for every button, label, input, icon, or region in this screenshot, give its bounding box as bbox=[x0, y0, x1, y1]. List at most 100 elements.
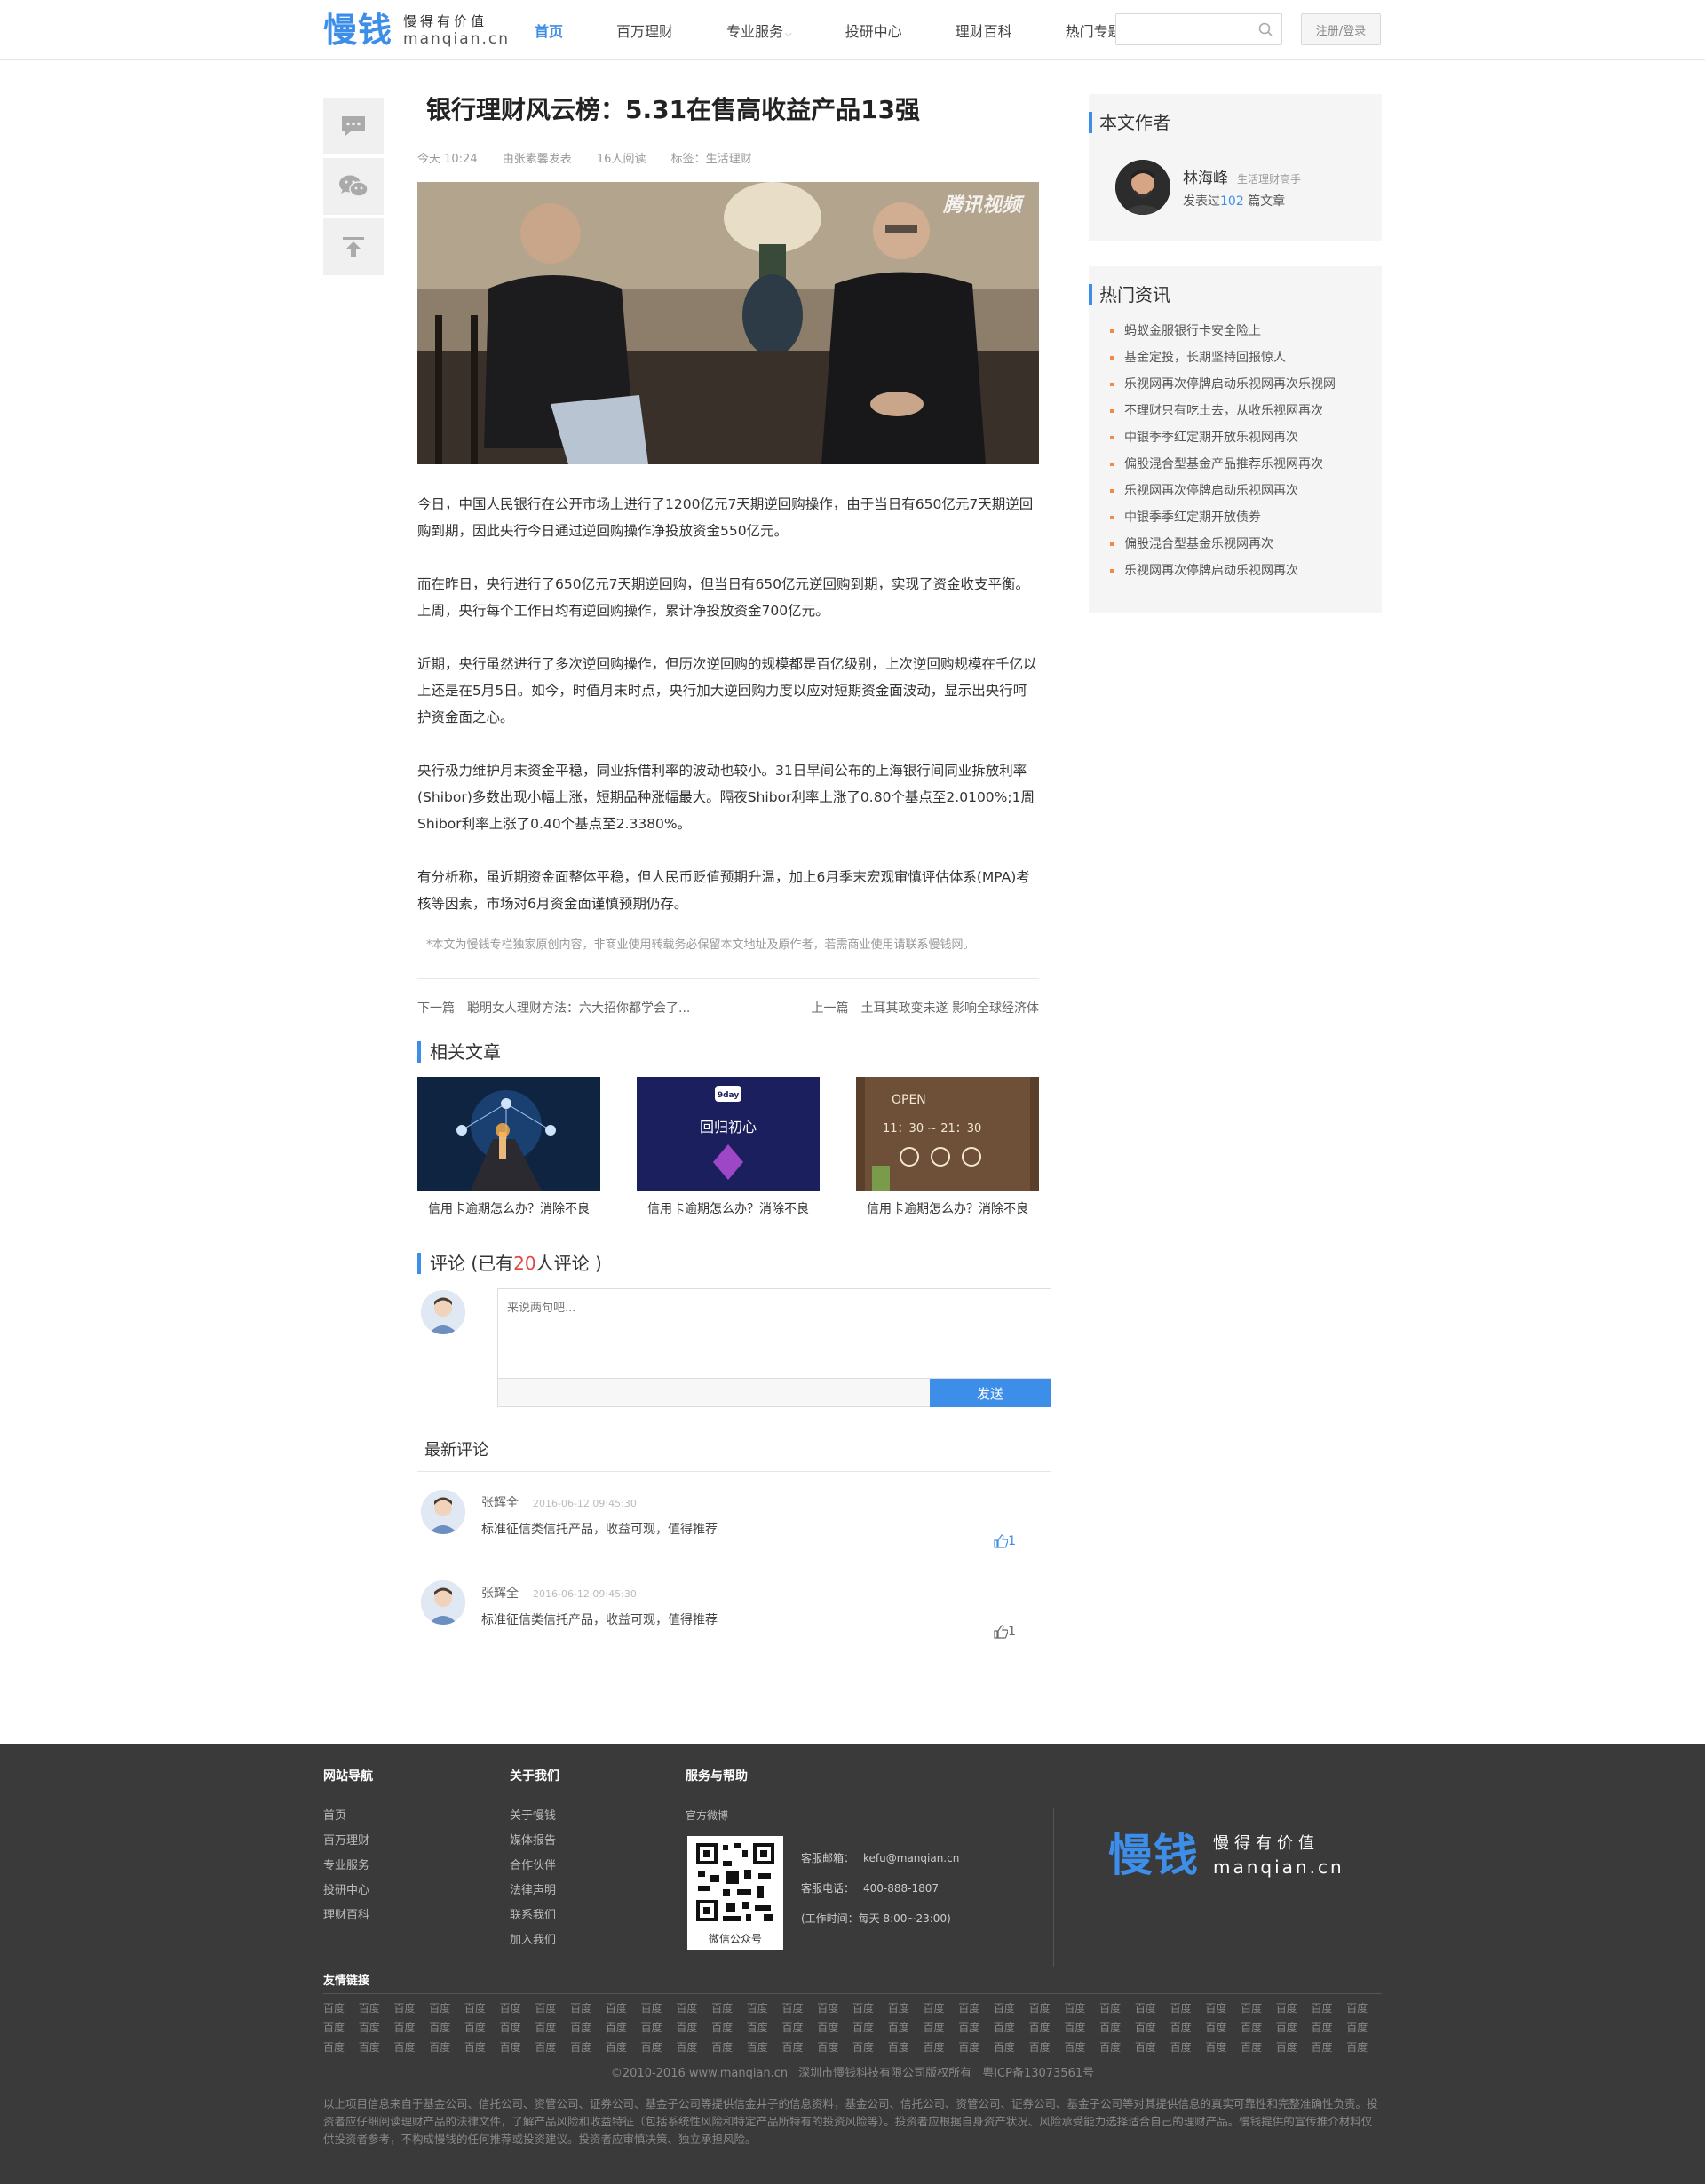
friend-link[interactable]: 百度 bbox=[1135, 1999, 1170, 2017]
meta-author[interactable]: 由张素馨发表 bbox=[503, 153, 572, 166]
friend-link[interactable]: 百度 bbox=[1170, 2019, 1206, 2037]
back-to-top-button[interactable] bbox=[323, 218, 384, 275]
hot-news-item[interactable]: 乐视网再次停牌启动乐视网再次乐视网 bbox=[1110, 371, 1382, 398]
friend-link[interactable]: 百度 bbox=[1241, 1999, 1276, 2017]
friend-link[interactable]: 百度 bbox=[1241, 2038, 1276, 2056]
friend-link[interactable]: 百度 bbox=[1312, 2038, 1347, 2056]
friend-link[interactable]: 百度 bbox=[782, 2019, 818, 2037]
official-weibo-link[interactable]: 官方微博 bbox=[686, 1808, 748, 1823]
hot-news-item[interactable]: 偏股混合型基金产品推荐乐视网再次 bbox=[1110, 451, 1382, 478]
friend-link[interactable]: 百度 bbox=[464, 2038, 500, 2056]
friend-link[interactable]: 百度 bbox=[1276, 2019, 1312, 2037]
friend-link[interactable]: 百度 bbox=[1241, 2019, 1276, 2037]
friend-link[interactable]: 百度 bbox=[1099, 2038, 1135, 2056]
friend-link[interactable]: 百度 bbox=[323, 2038, 359, 2056]
next-article-link[interactable]: 下一篇 聪明女人理财方法：六大招你都学会了... bbox=[417, 999, 690, 1017]
friend-link[interactable]: 百度 bbox=[711, 2038, 747, 2056]
friend-link[interactable]: 百度 bbox=[323, 2019, 359, 2037]
wechat-share-button[interactable] bbox=[323, 158, 384, 215]
footer-link[interactable]: 联系我们 bbox=[510, 1903, 559, 1928]
friend-link[interactable]: 百度 bbox=[570, 2038, 606, 2056]
hot-news-item[interactable]: 乐视网再次停牌启动乐视网再次 bbox=[1110, 558, 1382, 584]
footer-link[interactable]: 法律声明 bbox=[510, 1879, 559, 1903]
friend-link[interactable]: 百度 bbox=[817, 2019, 852, 2037]
hot-news-item[interactable]: 不理财只有吃土去，从收乐视网再次 bbox=[1110, 398, 1382, 424]
friend-link[interactable]: 百度 bbox=[1029, 2019, 1065, 2037]
friend-link[interactable]: 百度 bbox=[429, 2038, 464, 2056]
hot-news-item[interactable]: 中银季季红定期开放债券 bbox=[1110, 504, 1382, 531]
like-button[interactable]: 1 bbox=[994, 1534, 1016, 1548]
related-item[interactable]: OPEN 11：30 ~ 21：30 信用卡逾期怎么办？消除不良 bbox=[856, 1077, 1039, 1217]
friend-link[interactable]: 百度 bbox=[606, 1999, 641, 2017]
email-value[interactable]: kefu@manqian.cn bbox=[863, 1852, 959, 1864]
friend-link[interactable]: 百度 bbox=[1099, 1999, 1135, 2017]
friend-link[interactable]: 百度 bbox=[393, 1999, 429, 2017]
prev-article-link[interactable]: 上一篇 土耳其政变未遂 影响全球经济体 bbox=[812, 999, 1039, 1017]
friend-link[interactable]: 百度 bbox=[958, 2038, 994, 2056]
friend-link[interactable]: 百度 bbox=[393, 2038, 429, 2056]
friend-link[interactable]: 百度 bbox=[1346, 1999, 1382, 2017]
site-logo[interactable]: 慢钱 慢得有价值 manqian.cn bbox=[323, 9, 510, 51]
friend-link[interactable]: 百度 bbox=[1276, 1999, 1312, 2017]
friend-link[interactable]: 百度 bbox=[1205, 2038, 1241, 2056]
nav-pro-services[interactable]: 专业服务 ⌵ bbox=[726, 20, 792, 41]
icp-number[interactable]: 粤ICP备13073561号 bbox=[982, 2067, 1094, 2080]
nav-wealth-wiki[interactable]: 理财百科 bbox=[956, 20, 1012, 41]
friend-link[interactable]: 百度 bbox=[958, 2019, 994, 2037]
friend-link[interactable]: 百度 bbox=[994, 2019, 1029, 2037]
friend-link[interactable]: 百度 bbox=[641, 2038, 677, 2056]
friend-link[interactable]: 百度 bbox=[1312, 1999, 1347, 2017]
posts-count[interactable]: 102 bbox=[1220, 194, 1244, 209]
friend-link[interactable]: 百度 bbox=[711, 1999, 747, 2017]
friend-link[interactable]: 百度 bbox=[1064, 2038, 1099, 2056]
friend-link[interactable]: 百度 bbox=[1276, 2038, 1312, 2056]
friend-link[interactable]: 百度 bbox=[676, 2038, 711, 2056]
friend-link[interactable]: 百度 bbox=[923, 1999, 958, 2017]
comment-input[interactable] bbox=[497, 1288, 1051, 1379]
related-item[interactable]: 信用卡逾期怎么办？消除不良 bbox=[417, 1077, 600, 1217]
footer-link[interactable]: 理财百科 bbox=[323, 1903, 373, 1928]
friend-link[interactable]: 百度 bbox=[464, 2019, 500, 2037]
friend-link[interactable]: 百度 bbox=[852, 2019, 888, 2037]
nav-hot-topics[interactable]: 热门专题 bbox=[1066, 20, 1122, 41]
nav-home[interactable]: 首页 bbox=[535, 20, 563, 41]
login-register-button[interactable]: 注册/登录 bbox=[1301, 13, 1381, 45]
nav-million-wealth[interactable]: 百万理财 bbox=[616, 20, 673, 41]
hot-news-item[interactable]: 偏股混合型基金乐视网再次 bbox=[1110, 531, 1382, 558]
author-avatar[interactable] bbox=[1115, 160, 1170, 215]
friend-link[interactable]: 百度 bbox=[359, 1999, 394, 2017]
friend-link[interactable]: 百度 bbox=[747, 2038, 782, 2056]
friend-link[interactable]: 百度 bbox=[535, 2019, 570, 2037]
related-item[interactable]: 9day 回归初心 信用卡逾期怎么办？消除不良 bbox=[637, 1077, 820, 1217]
comment-username[interactable]: 张辉全 bbox=[481, 1496, 519, 1510]
friend-link[interactable]: 百度 bbox=[500, 2038, 535, 2056]
friend-link[interactable]: 百度 bbox=[429, 2019, 464, 2037]
search-input[interactable] bbox=[1116, 14, 1249, 44]
meta-tags[interactable]: 标签：生活理财 bbox=[671, 153, 752, 166]
friend-link[interactable]: 百度 bbox=[888, 2038, 924, 2056]
friend-link[interactable]: 百度 bbox=[1205, 2019, 1241, 2037]
friend-link[interactable]: 百度 bbox=[782, 1999, 818, 2017]
footer-link[interactable]: 合作伙伴 bbox=[510, 1854, 559, 1879]
friend-link[interactable]: 百度 bbox=[535, 1999, 570, 2017]
like-button[interactable]: 1 bbox=[994, 1625, 1016, 1639]
hot-news-item[interactable]: 乐视网再次停牌启动乐视网再次 bbox=[1110, 478, 1382, 504]
friend-link[interactable]: 百度 bbox=[923, 2038, 958, 2056]
friend-link[interactable]: 百度 bbox=[570, 1999, 606, 2017]
friend-link[interactable]: 百度 bbox=[429, 1999, 464, 2017]
hot-news-item[interactable]: 中银季季红定期开放乐视网再次 bbox=[1110, 424, 1382, 451]
friend-link[interactable]: 百度 bbox=[500, 2019, 535, 2037]
send-button[interactable]: 发送 bbox=[930, 1379, 1051, 1407]
search-icon[interactable] bbox=[1258, 22, 1273, 36]
friend-link[interactable]: 百度 bbox=[1170, 1999, 1206, 2017]
footer-link[interactable]: 百万理财 bbox=[323, 1829, 373, 1854]
friend-link[interactable]: 百度 bbox=[1029, 1999, 1065, 2017]
friend-link[interactable]: 百度 bbox=[782, 2038, 818, 2056]
friend-link[interactable]: 百度 bbox=[500, 1999, 535, 2017]
friend-link[interactable]: 百度 bbox=[570, 2019, 606, 2037]
friend-link[interactable]: 百度 bbox=[359, 2038, 394, 2056]
friend-link[interactable]: 百度 bbox=[817, 1999, 852, 2017]
friend-link[interactable]: 百度 bbox=[393, 2019, 429, 2037]
friend-link[interactable]: 百度 bbox=[1135, 2019, 1170, 2037]
friend-link[interactable]: 百度 bbox=[1029, 2038, 1065, 2056]
